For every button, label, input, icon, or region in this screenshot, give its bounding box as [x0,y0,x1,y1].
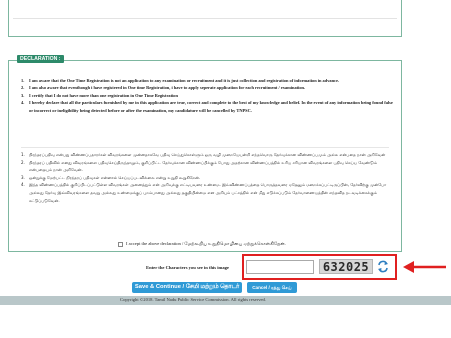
save-continue-button[interactable]: Save & Continue / சேமி மற்றும் தொடர் [132,282,242,293]
accept-checkbox[interactable] [118,241,123,247]
tamil-declaration-list: 1. நிரந்தரப்பதிவு என்பது விண்ணப்பதாரர்கள்… [21,151,395,204]
list-item: 1. நிரந்தரப்பதிவு என்பது விண்ணப்பதாரர்கள்… [21,152,386,157]
list-item: 3. I certify that I do not have more than… [21,92,178,98]
previous-section-panel [8,0,402,37]
cancel-button[interactable]: Cancel / ரத்து செய் [247,282,297,293]
top-area [0,0,451,48]
captcha-highlight-box [242,254,397,280]
accept-declaration-row[interactable]: I accept the above declaration / மேற்கூற… [118,240,286,248]
english-declaration-list: 1. I am aware that the One Time Registrat… [21,77,395,114]
declaration-legend: DECLARATION : [17,55,64,63]
list-item: 3. ஒன்றுக்கு மேற்பட்ட நிரந்தரப் பதிவுகள் … [21,174,201,180]
declaration-panel: DECLARATION : 1. I am aware that the One … [8,55,402,252]
list-item: 4. I hereby declare that all the particul… [21,100,393,113]
divider [21,147,389,148]
footer: Copyright ©2018. Tamil Nadu Public Servi… [0,296,451,305]
list-item: 2. I am also aware that eventhough i have… [21,85,306,91]
arrow-left-icon [403,261,446,273]
copyright-text: Copyright ©2018. Tamil Nadu Public Servi… [120,297,266,302]
list-item: 2. நிரந்தரப் பதிவில் எனது விவரங்களை பதிவு… [21,159,377,173]
divider [13,18,397,19]
list-item: 1. I am aware that the One Time Registrat… [21,78,340,83]
accept-label: I accept the above declaration / மேற்கூற… [126,241,286,246]
list-item: 4. இந்த விண்ணப்பத்தில் குறிப்பிடப்பட்டுள்… [21,182,387,203]
captcha-label: Enter the Characters you see in this ima… [146,265,229,270]
